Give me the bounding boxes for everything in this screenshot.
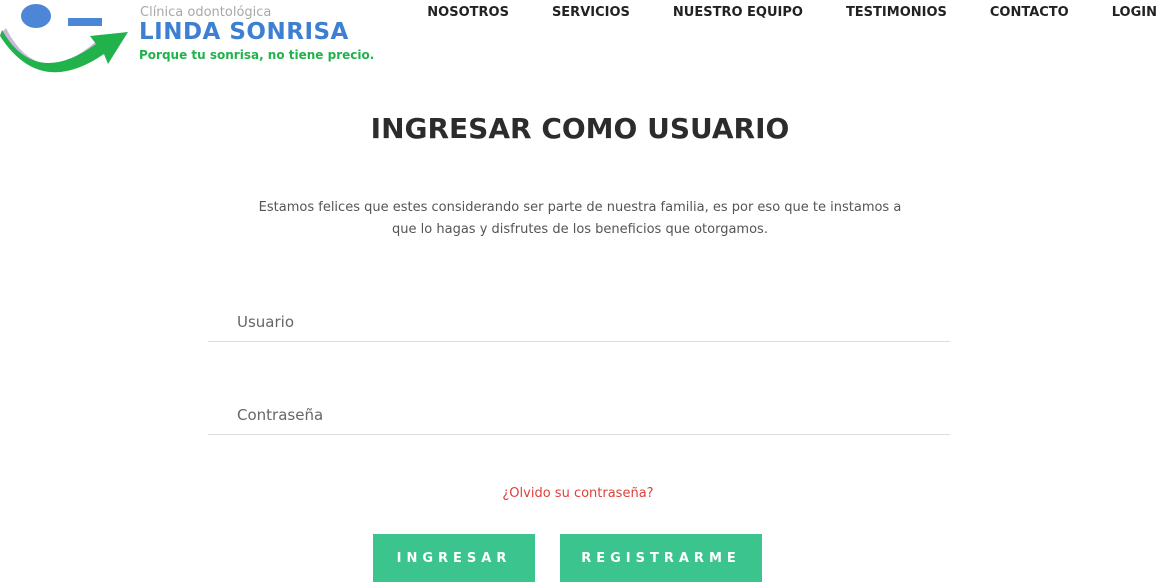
nav-item-nuestro-equipo[interactable]: NUESTRO EQUIPO xyxy=(673,5,803,20)
main-nav: NOSOTROS SERVICIOS NUESTRO EQUIPO TESTIM… xyxy=(427,5,1157,20)
nav-item-servicios[interactable]: SERVICIOS xyxy=(552,5,630,20)
smile-logo-icon xyxy=(0,4,128,73)
nav-item-contacto[interactable]: CONTACTO xyxy=(990,5,1069,20)
username-input[interactable] xyxy=(208,302,950,341)
forgot-password-link[interactable]: ¿Olvido su contraseña? xyxy=(0,486,1156,501)
nav-item-nosotros[interactable]: NOSOTROS xyxy=(427,5,509,20)
password-input[interactable] xyxy=(208,395,950,434)
login-button[interactable]: INGRESAR xyxy=(373,534,535,582)
logo-tagline: Porque tu sonrisa, no tiene precio. xyxy=(139,48,375,62)
nav-item-testimonios[interactable]: TESTIMONIOS xyxy=(846,5,947,20)
clinic-logo[interactable]: Clínica odontológica LINDA SONRISA Porqu… xyxy=(0,0,400,82)
logo-subtitle: Clínica odontológica xyxy=(140,5,272,20)
register-button[interactable]: REGISTRARME xyxy=(560,534,762,582)
page-title: INGRESAR COMO USUARIO xyxy=(370,112,790,145)
intro-text: Estamos felices que estes considerando s… xyxy=(258,200,902,237)
logo-brand-name: LINDA SONRISA xyxy=(139,19,349,45)
username-field xyxy=(208,302,950,342)
nav-item-login[interactable]: LOGIN xyxy=(1112,5,1157,20)
password-field xyxy=(208,395,950,435)
